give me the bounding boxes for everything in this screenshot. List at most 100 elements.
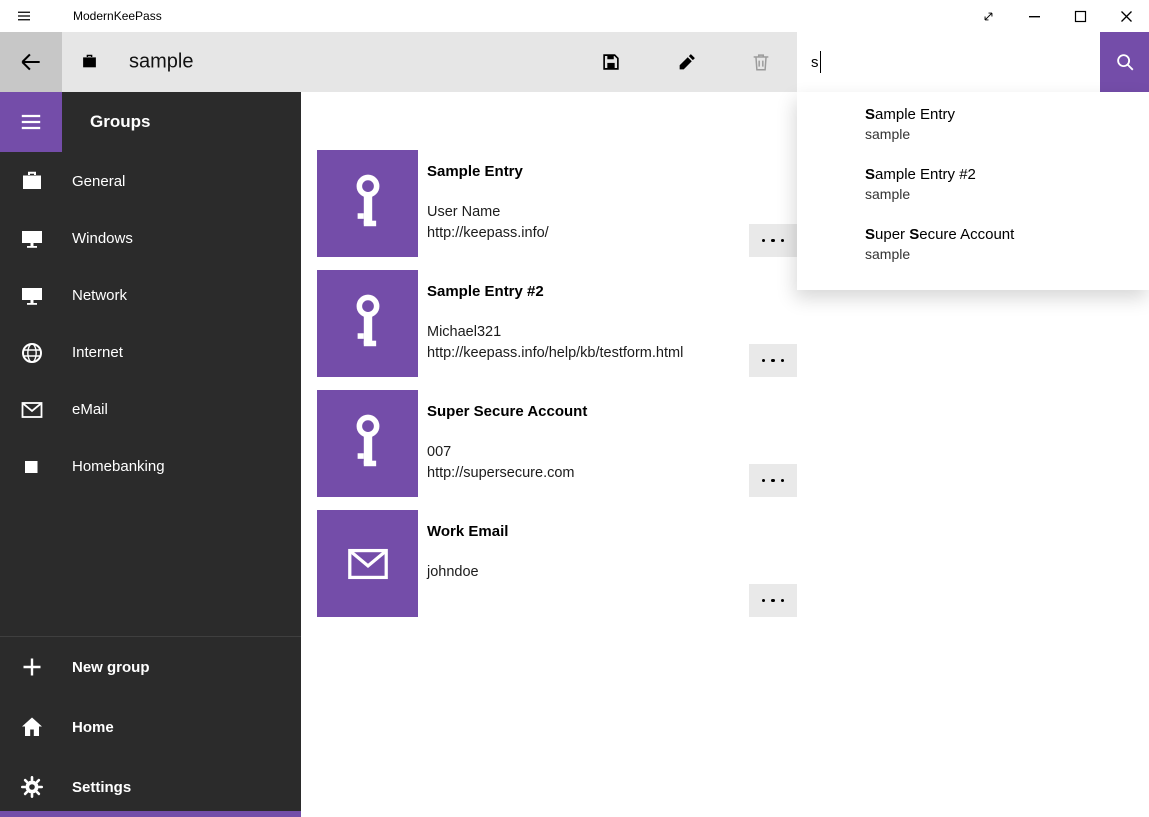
sidebar-item-label: Homebanking [72, 458, 165, 475]
sidebar-item-homebanking[interactable]: Homebanking [0, 438, 301, 495]
monitor-icon [20, 227, 44, 251]
key-icon [347, 413, 389, 475]
entry-row[interactable]: Work Email johndoe [317, 510, 1107, 617]
entry-tile [317, 270, 418, 377]
monitor-icon [20, 284, 44, 308]
delete-button[interactable] [737, 32, 785, 92]
sidebar-item-label: eMail [72, 401, 108, 418]
sidebar-item-label: New group [72, 659, 150, 676]
app-window: ModernKeePass [0, 0, 1149, 817]
minimize-button[interactable] [1011, 0, 1057, 32]
search-query-text: s [811, 54, 819, 71]
suggestion-subtitle: sample [865, 246, 1149, 262]
key-icon [347, 293, 389, 355]
envelope-icon [341, 541, 395, 587]
sidebar-item-settings[interactable]: Settings [0, 757, 301, 817]
sidebar-item-label: Network [72, 287, 127, 304]
gear-icon [20, 775, 44, 799]
entry-username: johndoe [427, 564, 479, 580]
maximize-icon [1074, 10, 1087, 23]
envelope-icon [20, 398, 44, 422]
entry-username: 007 [427, 444, 451, 460]
home-icon [20, 715, 44, 739]
command-bar: sample s [0, 32, 1149, 92]
entry-title: Sample Entry #2 [427, 283, 544, 300]
briefcase-icon [20, 170, 44, 194]
search-suggestion-item[interactable]: Sample Entry #2 sample [797, 160, 1149, 220]
sidebar-item-label: Windows [72, 230, 133, 247]
more-button[interactable] [749, 464, 797, 497]
app-title: ModernKeePass [73, 9, 162, 23]
sidebar-footer: New group Home [0, 636, 301, 817]
sidebar-hamburger-button[interactable] [0, 92, 62, 152]
suggestion-title: Sample Entry #2 [865, 160, 1149, 183]
pencil-icon [676, 51, 698, 73]
maximize-button[interactable] [1057, 0, 1103, 32]
hamburger-icon [18, 109, 44, 135]
more-button[interactable] [749, 584, 797, 617]
close-button[interactable] [1103, 0, 1149, 32]
sidebar-item-windows[interactable]: Windows [0, 210, 301, 267]
titlebar-left: ModernKeePass [0, 0, 162, 32]
sidebar-item-new-group[interactable]: New group [0, 637, 301, 697]
suggestion-subtitle: sample [865, 186, 1149, 202]
search-suggestion-item[interactable]: Super Secure Account sample [797, 220, 1149, 280]
group-list: General Windows Network Internet [0, 153, 301, 495]
entry-tile [317, 150, 418, 257]
more-button[interactable] [749, 224, 797, 257]
entry-title: Super Secure Account [427, 403, 587, 420]
sidebar-item-label: General [72, 173, 125, 190]
search-suggestions-panel: Sample Entry sample Sample Entry #2 samp… [797, 92, 1149, 290]
entry-title: Sample Entry [427, 163, 523, 180]
sidebar-item-general[interactable]: General [0, 153, 301, 210]
trash-icon [750, 51, 772, 73]
save-button[interactable] [587, 32, 635, 92]
fullscreen-button[interactable] [965, 0, 1011, 32]
entry-tile [317, 390, 418, 497]
minimize-icon [1028, 10, 1041, 23]
fullscreen-icon [981, 9, 996, 24]
back-button[interactable] [0, 32, 62, 92]
entry-title: Work Email [427, 523, 508, 540]
sidebar-item-label: Internet [72, 344, 123, 361]
search-box: s [797, 32, 1149, 92]
sidebar-item-home[interactable]: Home [0, 697, 301, 757]
entry-url: http://supersecure.com [427, 465, 575, 481]
search-suggestion-item[interactable]: Sample Entry sample [797, 100, 1149, 160]
groups-heading: Groups [90, 112, 150, 132]
more-button[interactable] [749, 344, 797, 377]
titlebar: ModernKeePass [0, 0, 1149, 32]
sidebar-item-network[interactable]: Network [0, 267, 301, 324]
globe-icon [20, 341, 44, 365]
database-briefcase-icon [81, 54, 98, 71]
window-controls [965, 0, 1149, 32]
entry-tile [317, 510, 418, 617]
titlebar-hamburger-icon[interactable] [13, 5, 35, 27]
sidebar-item-email[interactable]: eMail [0, 381, 301, 438]
edit-button[interactable] [663, 32, 711, 92]
database-title: sample [129, 51, 193, 74]
sidebar-item-label: Home [72, 719, 114, 736]
search-button[interactable] [1100, 32, 1149, 92]
entry-url: http://keepass.info/ [427, 225, 549, 241]
entry-row[interactable]: Super Secure Account 007 http://supersec… [317, 390, 1107, 497]
suggestion-title: Super Secure Account [865, 220, 1149, 243]
search-input[interactable]: s [797, 32, 1100, 92]
sidebar-item-label: Settings [72, 779, 131, 796]
save-icon [600, 51, 622, 73]
back-arrow-icon [18, 49, 44, 75]
sidebar-item-internet[interactable]: Internet [0, 324, 301, 381]
text-caret [820, 51, 822, 73]
key-icon [347, 173, 389, 235]
sidebar: Groups General Windows Network [0, 92, 301, 817]
entry-username: Michael321 [427, 324, 501, 340]
suggestion-subtitle: sample [865, 126, 1149, 142]
entry-url: http://keepass.info/help/kb/testform.htm… [427, 345, 683, 361]
entry-username: User Name [427, 204, 500, 220]
magnifier-icon [1114, 51, 1136, 73]
square-icon [20, 455, 44, 479]
plus-icon [20, 655, 44, 679]
close-icon [1120, 10, 1133, 23]
suggestion-title: Sample Entry [865, 100, 1149, 123]
sidebar-bottom-accent [0, 811, 301, 817]
